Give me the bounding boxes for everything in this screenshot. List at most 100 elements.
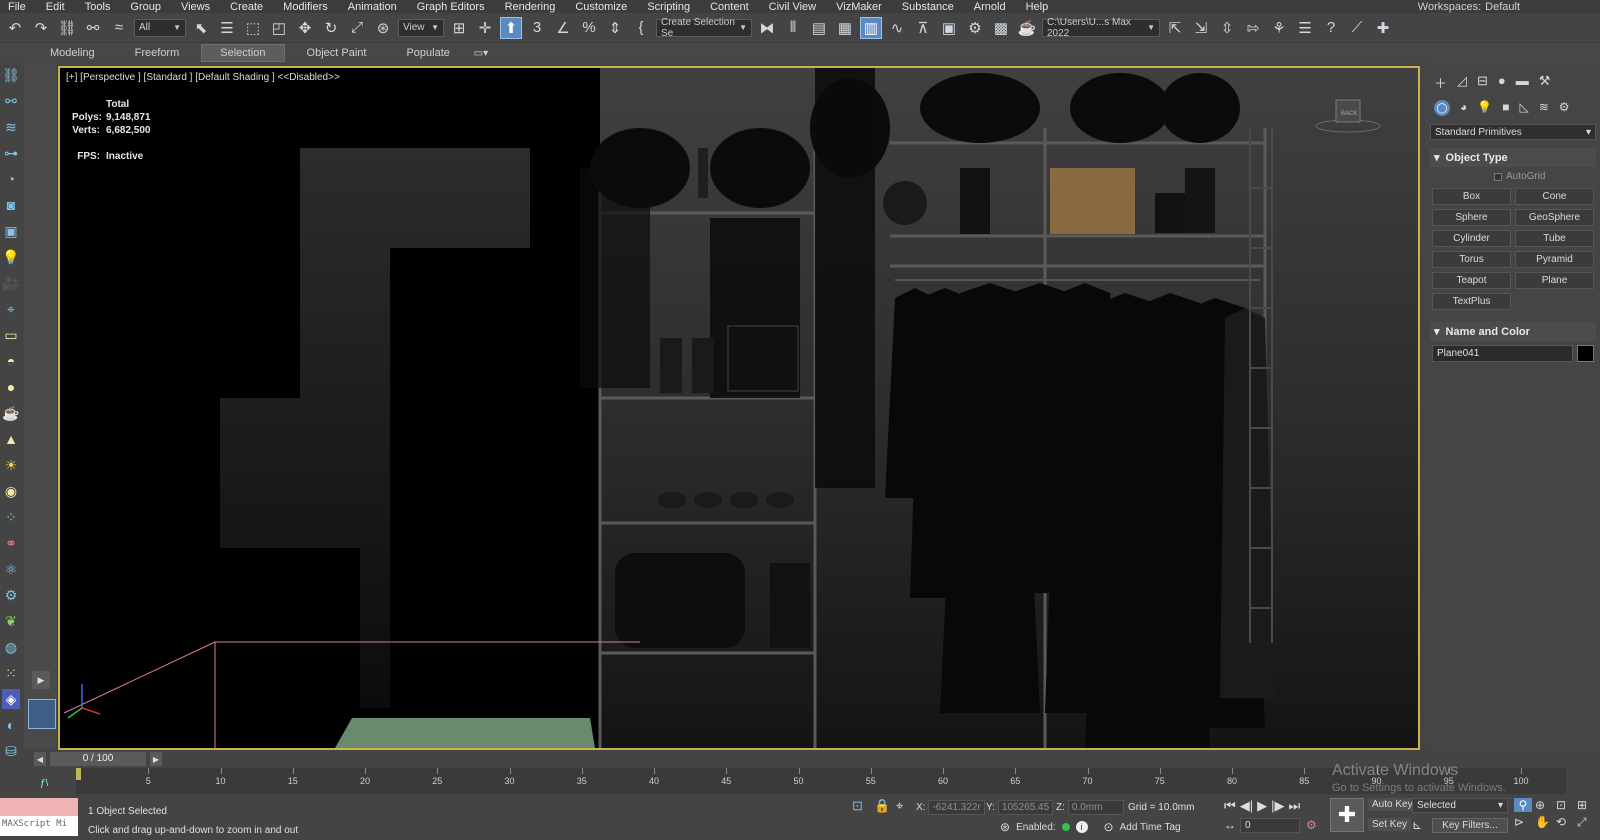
sphere-icon[interactable]: ● (2, 377, 20, 397)
add-plugin-icon[interactable]: ✚ (1372, 17, 1394, 39)
window-crossing-icon[interactable]: ◰ (268, 17, 290, 39)
menu-tools[interactable]: Tools (77, 1, 123, 13)
bind-space-warp-icon[interactable]: ≈ (108, 17, 130, 39)
scale-icon[interactable]: ⤢ (346, 17, 368, 39)
cone-icon[interactable]: ▲ (2, 429, 20, 449)
lock-icon[interactable]: 🔒 (874, 798, 890, 814)
systems-icon[interactable]: ⚙ (1559, 100, 1570, 116)
helper-icon[interactable]: ⌖ (2, 299, 20, 319)
tab-modeling[interactable]: Modeling (32, 45, 113, 61)
pan-icon[interactable]: ✋ (1535, 815, 1553, 830)
bind-warp-icon[interactable]: ≋ (2, 117, 20, 137)
space-warps-icon[interactable]: ≋ (1539, 100, 1549, 116)
key-filters-button[interactable]: Key Filters... (1432, 818, 1508, 833)
align-icon[interactable]: ⫴ (782, 17, 804, 39)
globe-icon[interactable]: ◍ (2, 637, 20, 657)
autogrid-option[interactable]: AutoGrid (1430, 167, 1596, 184)
geometry-icon[interactable]: ◯ (1434, 100, 1450, 116)
y-field[interactable]: 105265.45 (997, 800, 1054, 815)
lights-icon[interactable]: 💡 (1477, 100, 1492, 116)
hemisphere-icon[interactable]: ◓ (2, 351, 20, 371)
name-color-header[interactable]: ▾ Name and Color (1430, 322, 1596, 341)
menu-content[interactable]: Content (702, 1, 761, 13)
menu-graph-editors[interactable]: Graph Editors (409, 1, 497, 13)
menu-edit[interactable]: Edit (38, 1, 77, 13)
scene-explorer-icon[interactable]: ▤ (808, 17, 830, 39)
edit-named-selection-icon[interactable]: { (630, 17, 652, 39)
unlink-selection-icon[interactable]: ⚯ (2, 91, 20, 111)
torus-button[interactable]: Torus (1432, 251, 1511, 268)
maximize-viewport-icon[interactable]: ⤢ (1577, 815, 1595, 830)
prev-frame-arrow-icon[interactable]: ◀ (34, 752, 46, 766)
select-manipulate-icon[interactable]: ✛ (474, 17, 496, 39)
atom-icon[interactable]: ⚛ (2, 559, 20, 579)
snaps-toggle-icon[interactable]: 3 (526, 17, 548, 39)
project-folder-dropdown[interactable]: C:\Users\U...s Max 2022 ▼ (1042, 17, 1160, 39)
undo-icon[interactable]: ↶ (4, 17, 26, 39)
current-frame-marker[interactable] (76, 768, 81, 780)
selection-filter-dropdown[interactable]: All ▼ (134, 18, 186, 37)
autogrid-checkbox[interactable] (1494, 172, 1502, 181)
rendered-frame-window-icon[interactable]: ▩ (990, 17, 1012, 39)
menu-substance[interactable]: Substance (894, 1, 966, 13)
time-arrows-icon[interactable]: ↔ (1224, 818, 1236, 832)
display-icon[interactable]: ◙ (2, 195, 20, 215)
disc-icon[interactable]: ◉ (2, 481, 20, 501)
scene-converter-icon[interactable]: ⚘ (1268, 17, 1290, 39)
time-tag-icon[interactable]: ⊙ (1104, 820, 1114, 834)
orbit-icon[interactable]: ⟲ (1556, 815, 1574, 830)
x-field[interactable]: -6241.322r (928, 800, 985, 815)
geosphere-button[interactable]: GeoSphere (1515, 209, 1594, 226)
rotate-icon[interactable]: ↻ (320, 17, 342, 39)
z-field[interactable]: 0.0mm (1067, 800, 1124, 815)
rectangular-selection-icon[interactable]: ⬚ (242, 17, 264, 39)
zoom-extents-icon[interactable]: ⊡ (1556, 798, 1574, 812)
toggle-ribbon-icon[interactable]: ▥ (860, 16, 882, 39)
material-icon[interactable]: ◐ (2, 715, 20, 735)
workspaces-selector[interactable]: Workspaces: Default (1418, 1, 1600, 13)
sphere-button[interactable]: Sphere (1432, 209, 1511, 226)
enabled-indicator[interactable] (1061, 823, 1070, 831)
go-to-start-icon[interactable]: ⏮ (1224, 798, 1236, 814)
teapot-button[interactable]: Teapot (1432, 272, 1511, 289)
degradation-icon[interactable]: ⊛ (1000, 820, 1010, 834)
hierarchy-tab-icon[interactable]: ⊟ (1477, 73, 1488, 92)
hierarchy-icon[interactable]: ⊶ (2, 143, 20, 163)
menu-create[interactable]: Create (222, 1, 275, 13)
link-icon[interactable]: ⛓ (56, 17, 78, 39)
menu-vizmaker[interactable]: VizMaker (828, 1, 894, 13)
select-by-name-icon[interactable]: ☰ (216, 17, 238, 39)
field-of-view-icon[interactable]: ⊳ (1514, 815, 1532, 830)
menu-customize[interactable]: Customize (567, 1, 639, 13)
time-slider-frame[interactable]: 0 / 100 (50, 752, 146, 766)
motion-icon[interactable]: ◔ (2, 169, 20, 189)
open-project-icon[interactable]: ⇱ (1164, 17, 1186, 39)
tab-populate[interactable]: Populate (388, 45, 467, 61)
render-production-icon[interactable]: ☕ (1016, 17, 1038, 39)
zoom-all-icon[interactable]: ⊕ (1535, 798, 1553, 812)
help-icon[interactable]: ? (1320, 17, 1342, 39)
display-tab-icon[interactable]: ▬ (1516, 73, 1529, 92)
motion-tab-icon[interactable]: ● (1498, 73, 1506, 92)
object-color-swatch[interactable] (1577, 345, 1594, 362)
save-project-icon[interactable]: ⇲ (1190, 17, 1212, 39)
menu-modifiers[interactable]: Modifiers (275, 1, 340, 13)
absolute-mode-icon[interactable]: ⌖ (896, 798, 903, 814)
menu-help[interactable]: Help (1018, 1, 1061, 13)
tab-freeform[interactable]: Freeform (117, 45, 198, 61)
menu-animation[interactable]: Animation (340, 1, 409, 13)
add-time-tag[interactable]: Add Time Tag (1120, 822, 1181, 833)
maxscript-listener[interactable]: MAXScript Mi (0, 798, 78, 836)
pyramid-button[interactable]: Pyramid (1515, 251, 1594, 268)
plant-icon[interactable]: ❦ (2, 611, 20, 631)
gear-icon[interactable]: ⚙ (2, 585, 20, 605)
cylinder-button[interactable]: Cylinder (1432, 230, 1511, 247)
keyboard-shortcut-override-icon[interactable]: ⬆ (500, 16, 522, 39)
plane-button[interactable]: Plane (1515, 272, 1594, 289)
maxscript-input[interactable]: MAXScript Mi (0, 816, 78, 836)
named-selection-dropdown[interactable]: Create Selection Se ▼ (656, 17, 752, 39)
box-button[interactable]: Box (1432, 188, 1511, 205)
object-type-header[interactable]: ▾ Object Type (1430, 148, 1596, 167)
render-setup-icon[interactable]: ⚙ (964, 17, 986, 39)
shapes-icon[interactable]: ◕ (1460, 100, 1467, 116)
